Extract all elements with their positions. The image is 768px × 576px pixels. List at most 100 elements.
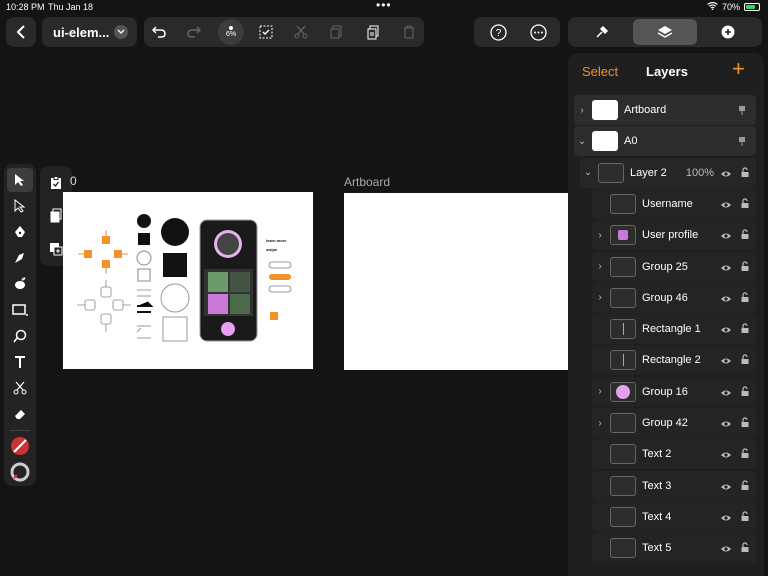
- visibility-eye-icon[interactable]: [720, 419, 732, 431]
- layer-row[interactable]: › Group 46: [592, 282, 756, 313]
- visibility-eye-icon[interactable]: [720, 325, 732, 337]
- more-options-icon[interactable]: [526, 21, 550, 43]
- lock-icon[interactable]: [740, 386, 752, 398]
- tab-layers[interactable]: [633, 19, 697, 45]
- layer-row[interactable]: › Artboard: [574, 95, 756, 125]
- layer-row[interactable]: Text 2: [592, 439, 756, 470]
- layer-name: Layer 2: [630, 166, 667, 179]
- layer-opacity[interactable]: 100%: [686, 167, 714, 179]
- cut-icon[interactable]: [289, 21, 313, 43]
- trash-icon[interactable]: [397, 21, 421, 43]
- visibility-eye-icon[interactable]: [720, 169, 732, 181]
- redo-button[interactable]: [182, 21, 206, 43]
- document-menu[interactable]: ui-elem...: [42, 17, 137, 47]
- layer-row[interactable]: › Group 42: [592, 408, 756, 438]
- layer-row[interactable]: › Group 25: [592, 251, 756, 282]
- rectangle-tool[interactable]: [7, 298, 33, 322]
- lock-icon[interactable]: [740, 198, 752, 210]
- tab-add[interactable]: [716, 21, 740, 43]
- text-tool[interactable]: [7, 350, 33, 374]
- lock-icon[interactable]: [740, 292, 752, 304]
- layer-row[interactable]: Rectangle 1: [592, 314, 756, 345]
- layer-row[interactable]: Rectangle 2: [592, 345, 756, 376]
- pen-tool[interactable]: [7, 220, 33, 244]
- chevron-down-icon: [114, 25, 128, 39]
- tab-properties[interactable]: [590, 21, 614, 43]
- visibility-eye-icon[interactable]: [720, 388, 732, 400]
- layer-name: Group 25: [642, 260, 688, 273]
- expand-chevron-icon[interactable]: ›: [594, 261, 606, 272]
- artboard-a0[interactable]: learn more swipe: [63, 192, 313, 369]
- layer-name: A0: [624, 135, 638, 148]
- lock-icon[interactable]: [740, 354, 752, 366]
- status-bar: 10:28 PM Thu Jan 18 ••• 70%: [0, 0, 768, 14]
- expand-chevron-icon[interactable]: ⌄: [576, 136, 588, 147]
- lock-icon[interactable]: [740, 260, 752, 273]
- layer-name: Group 42: [642, 417, 688, 429]
- lock-icon[interactable]: [740, 229, 752, 241]
- back-button[interactable]: [6, 17, 36, 47]
- copy-icon[interactable]: [324, 21, 348, 43]
- undo-button[interactable]: [147, 21, 171, 43]
- lock-icon[interactable]: [740, 511, 752, 523]
- visibility-eye-icon[interactable]: [720, 482, 732, 494]
- paste-icon[interactable]: [361, 21, 385, 43]
- clipboard-check-icon[interactable]: [44, 172, 68, 194]
- svg-text:?: ?: [495, 28, 501, 39]
- layer-list: › Artboard ⌄ A0 ⌄ Layer 2 100% Username › User pr…: [568, 95, 764, 576]
- stroke-color-swatch[interactable]: [7, 460, 33, 484]
- fill-tool[interactable]: [7, 324, 33, 348]
- layer-row[interactable]: Text 5: [592, 533, 756, 564]
- panel-tabbar: [568, 17, 762, 47]
- expand-chevron-icon[interactable]: ›: [594, 386, 606, 397]
- fill-color-swatch[interactable]: [7, 434, 33, 458]
- expand-chevron-icon[interactable]: ›: [576, 105, 588, 116]
- expand-chevron-icon[interactable]: ›: [594, 418, 606, 429]
- expand-chevron-icon[interactable]: ›: [594, 230, 606, 241]
- layer-row[interactable]: Text 3: [592, 470, 756, 501]
- layer-row[interactable]: › User profile: [592, 220, 756, 251]
- visibility-eye-icon[interactable]: [720, 263, 732, 275]
- layer-row[interactable]: Text 4: [592, 501, 756, 532]
- battery-icon: [744, 3, 760, 11]
- expand-chevron-icon[interactable]: ⌄: [582, 167, 594, 178]
- lock-icon[interactable]: [740, 448, 752, 460]
- artboard-pin-icon[interactable]: [738, 136, 750, 148]
- visibility-eye-icon[interactable]: [720, 450, 732, 462]
- add-layer-button[interactable]: +: [732, 58, 745, 80]
- expand-chevron-icon[interactable]: ›: [594, 292, 606, 303]
- layer-row[interactable]: ⌄ Layer 2 100%: [580, 157, 756, 188]
- visibility-eye-icon[interactable]: [720, 231, 732, 243]
- visibility-eye-icon[interactable]: [720, 544, 732, 556]
- layer-row[interactable]: ⌄ A0: [574, 126, 756, 157]
- layer-row[interactable]: Username: [592, 188, 756, 219]
- eraser-tool[interactable]: [7, 402, 33, 426]
- artboard-pin-icon[interactable]: [738, 105, 750, 117]
- scissors-tool[interactable]: [7, 376, 33, 400]
- layer-row[interactable]: › Group 16: [592, 376, 756, 407]
- artboard-label-a0: 0: [70, 174, 77, 188]
- selection-tool[interactable]: [7, 168, 33, 192]
- help-icon[interactable]: ?: [486, 21, 510, 43]
- visibility-eye-icon[interactable]: [720, 356, 732, 368]
- pencil-tool[interactable]: [7, 272, 33, 296]
- select-button[interactable]: Select: [582, 64, 618, 79]
- artboard-empty[interactable]: [344, 193, 568, 370]
- select-box-button[interactable]: [254, 21, 278, 43]
- lock-icon[interactable]: [740, 323, 752, 335]
- mockup-learn-more-text: learn more: [266, 238, 287, 243]
- layer-thumbnail: [610, 225, 636, 246]
- visibility-eye-icon[interactable]: [720, 200, 732, 212]
- visibility-eye-icon[interactable]: [720, 513, 732, 525]
- zoom-indicator[interactable]: 6%: [218, 19, 244, 45]
- lock-icon[interactable]: [740, 542, 752, 554]
- lock-icon[interactable]: [740, 479, 752, 492]
- layer-name: Group 46: [642, 291, 688, 304]
- lock-icon[interactable]: [740, 166, 752, 179]
- visibility-eye-icon[interactable]: [720, 294, 732, 306]
- vector-brush-tool[interactable]: [7, 246, 33, 270]
- lock-icon[interactable]: [740, 417, 752, 429]
- multitask-dots[interactable]: •••: [376, 0, 392, 11]
- direct-selection-tool[interactable]: [7, 194, 33, 218]
- layer-thumbnail: [610, 381, 636, 402]
